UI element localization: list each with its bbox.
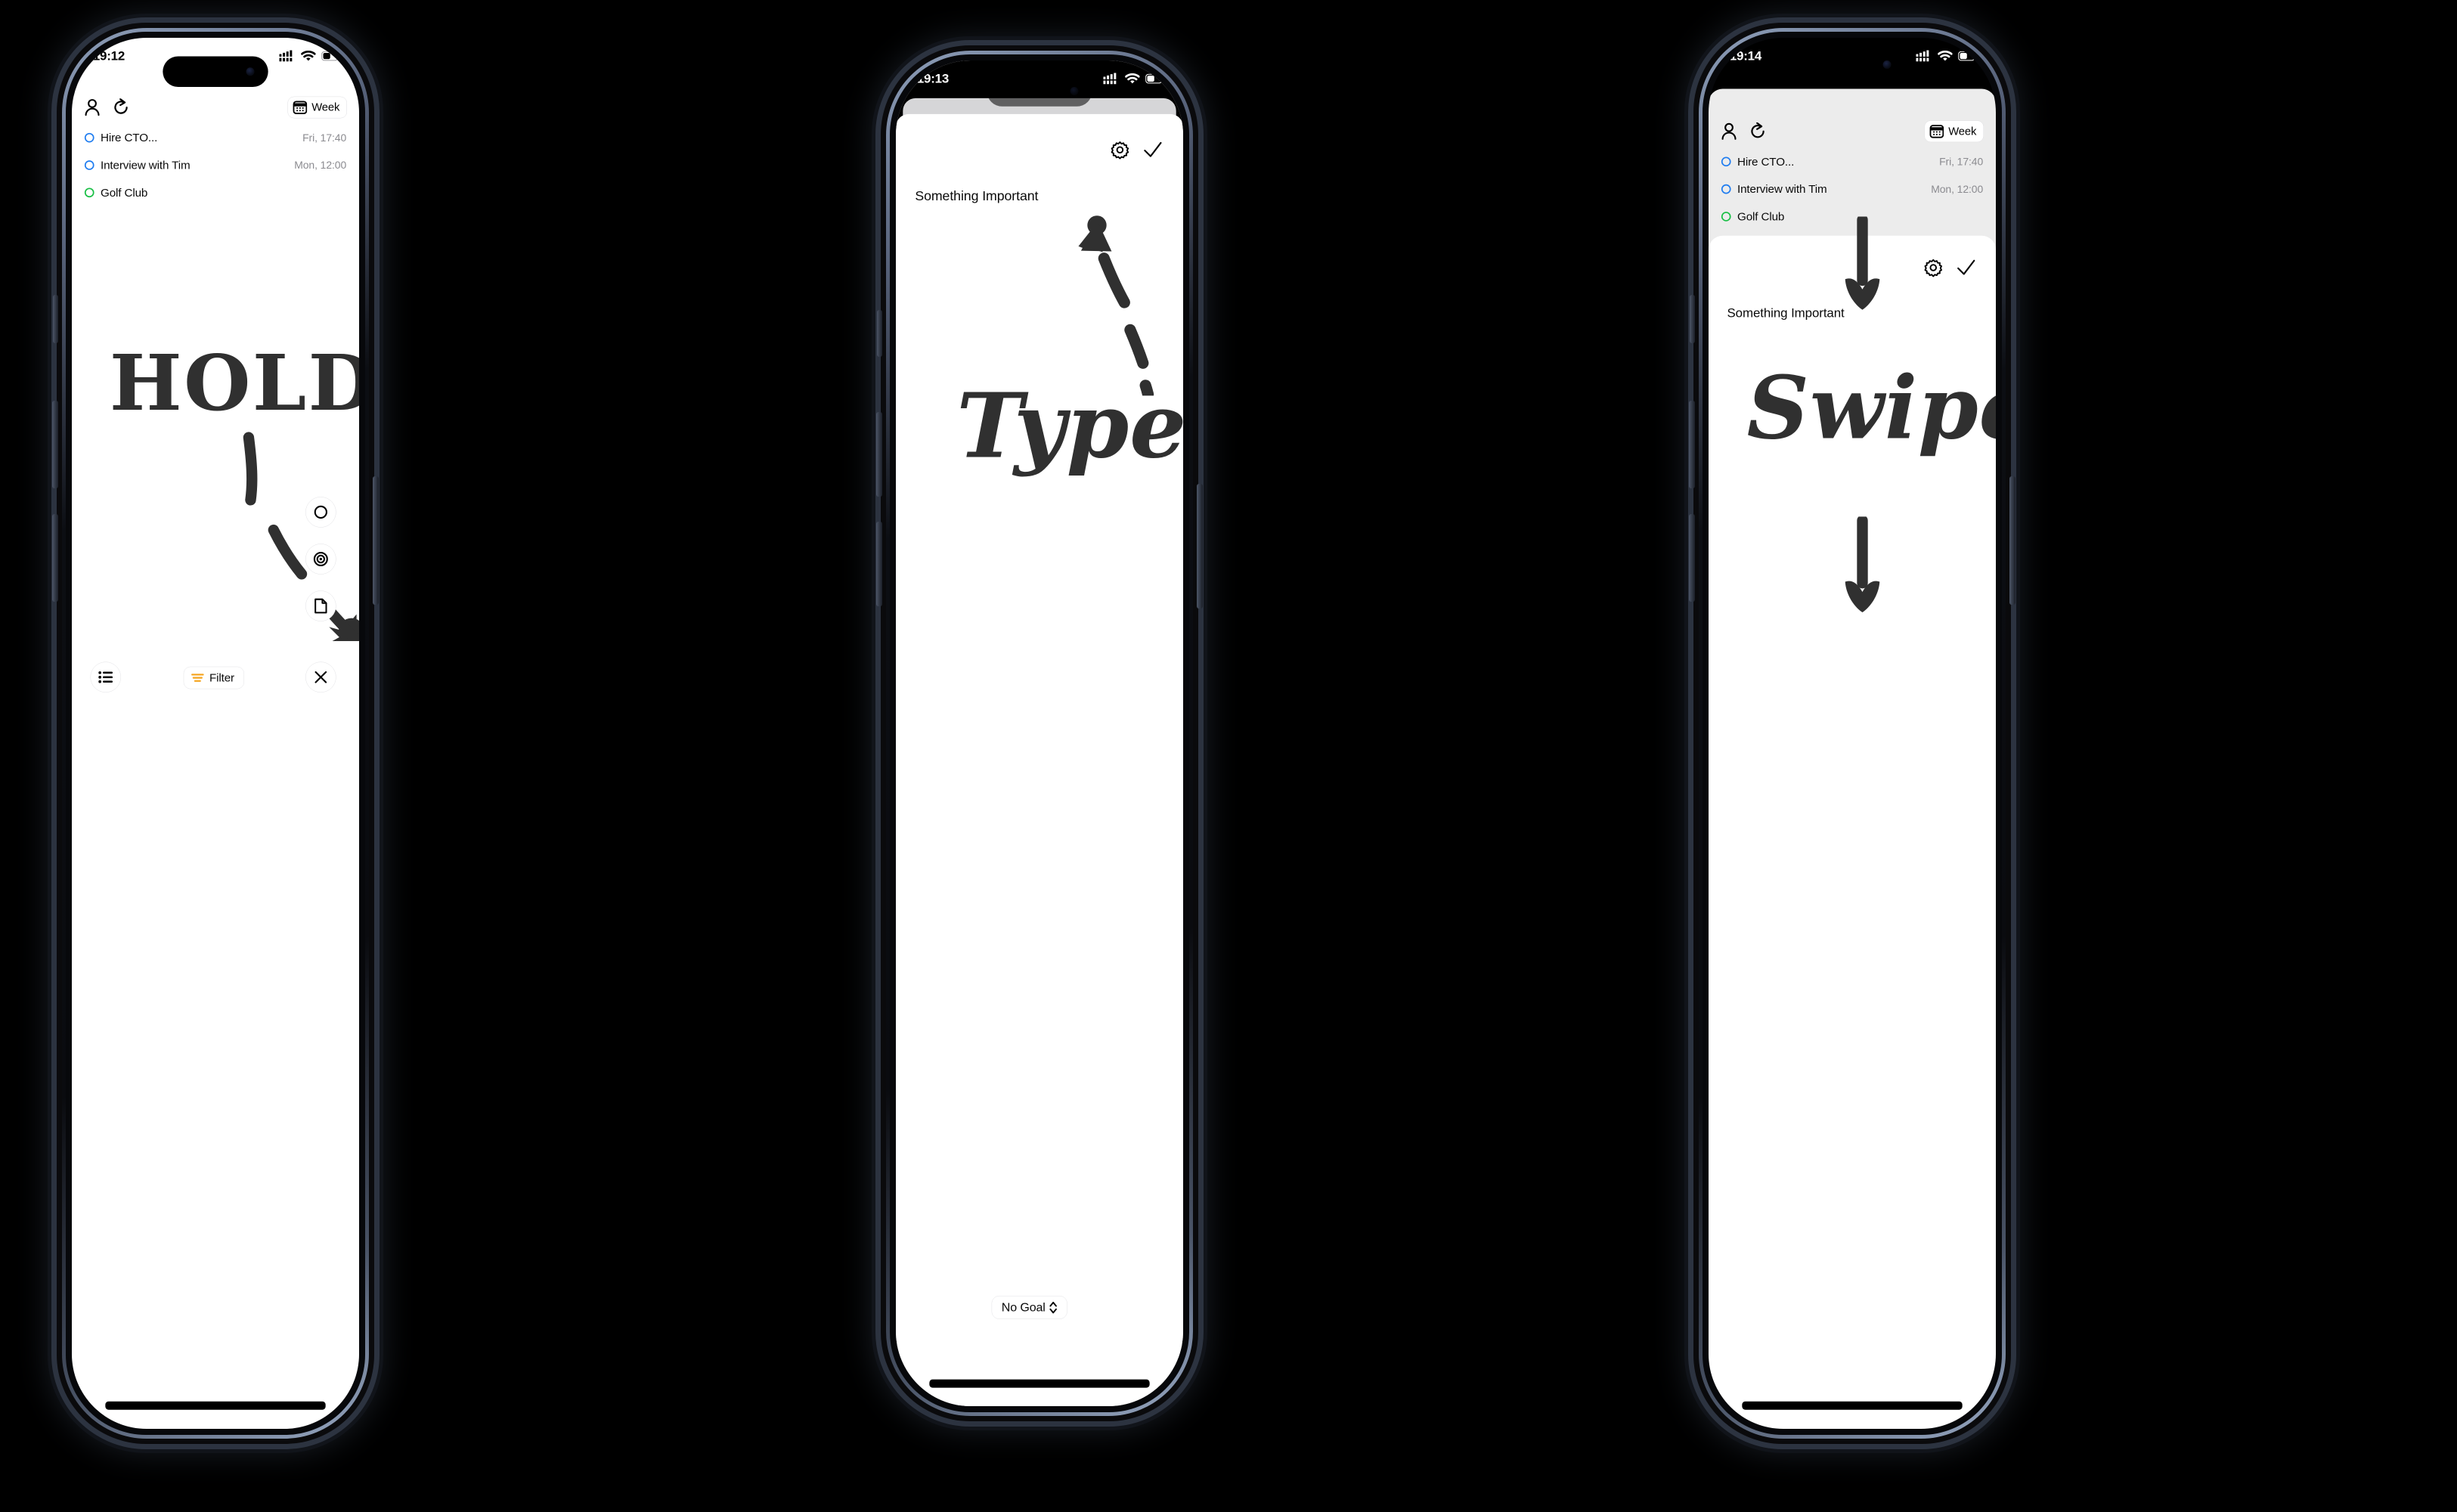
phone-device-type: 19:13 Something Important Type No Goal [876, 45, 1203, 1421]
front-camera-lens [1070, 87, 1079, 96]
gesture-label-type: Type [956, 373, 1183, 479]
front-camera-lens [1882, 60, 1892, 69]
task-status-circle-icon[interactable] [1721, 156, 1731, 167]
task-row[interactable]: Hire CTO... Fri, 17:40 [72, 124, 359, 151]
task-date: Fri, 17:40 [1939, 155, 1984, 168]
filter-button[interactable]: Filter [183, 666, 245, 689]
checkmark-icon[interactable] [1957, 259, 1976, 277]
task-title: Interview with Tim [1737, 182, 1827, 196]
power-button [1197, 484, 1203, 609]
silent-switch [877, 310, 882, 357]
task-status-circle-icon[interactable] [1721, 212, 1731, 222]
calendar-icon [293, 101, 308, 115]
chevron-up-down-icon [1049, 1301, 1058, 1315]
checkmark-icon[interactable] [1143, 141, 1163, 159]
home-indicator [1742, 1401, 1963, 1410]
front-camera-lens [246, 67, 255, 76]
task-row[interactable]: Hire CTO... Fri, 17:40 [1709, 148, 1996, 175]
phone-device-swipe: 19:14 Week Hire CTO... Fri, 17:40 Interv… [1689, 23, 2015, 1444]
phone-screen-type: 19:13 Something Important Type No Goal [896, 60, 1183, 1406]
sheet-action-bar [1111, 141, 1163, 160]
volume-down-button [52, 514, 58, 602]
status-time: 19:12 [92, 48, 125, 64]
signal-bars-icon [1916, 50, 1932, 62]
task-status-circle-icon[interactable] [1721, 184, 1731, 194]
dynamic-island [987, 76, 1092, 107]
gear-icon[interactable] [1111, 141, 1129, 160]
task-date: Fri, 17:40 [302, 132, 347, 144]
phone-device-hold: 19:12 Week Hire CTO... Fri, 17:40 Interv… [52, 23, 379, 1444]
screenshot-canvas: 19:12 Week Hire CTO... Fri, 17:40 Interv… [0, 0, 2457, 1512]
volume-up-button [876, 412, 882, 497]
gear-icon[interactable] [1924, 258, 1943, 277]
battery-icon [1958, 51, 1977, 61]
note-title-field[interactable]: Something Important [915, 188, 1038, 203]
person-icon[interactable] [84, 98, 101, 116]
new-goal-button[interactable] [305, 544, 336, 575]
task-date: Mon, 12:00 [294, 159, 347, 172]
task-status-circle-icon[interactable] [84, 187, 94, 198]
new-task-button[interactable] [305, 497, 336, 528]
dynamic-island [163, 56, 268, 88]
close-button[interactable] [305, 662, 336, 692]
volume-up-button [52, 401, 58, 488]
silent-switch [1690, 295, 1695, 343]
dashed-arrow-down-right-icon [243, 432, 359, 641]
range-chip-week[interactable]: Week [1924, 120, 1984, 143]
task-status-circle-icon[interactable] [84, 132, 94, 143]
wifi-icon [1938, 50, 1953, 61]
person-icon[interactable] [1721, 122, 1737, 141]
battery-icon [321, 51, 340, 61]
task-status-circle-icon[interactable] [84, 160, 94, 170]
volume-down-button [1689, 514, 1695, 602]
phone-screen-swipe: 19:14 Week Hire CTO... Fri, 17:40 Interv… [1709, 38, 1996, 1429]
goal-picker-button[interactable]: No Goal [991, 1295, 1067, 1319]
power-button [373, 476, 379, 605]
dashed-arrow-up-icon [1078, 215, 1154, 396]
power-button [2009, 476, 2015, 605]
goal-picker-label: No Goal [1001, 1300, 1046, 1315]
range-chip-week[interactable]: Week [287, 96, 347, 119]
phone-screen-hold: 19:12 Week Hire CTO... Fri, 17:40 Interv… [72, 38, 359, 1429]
task-title: Hire CTO... [100, 131, 158, 144]
task-title: Golf Club [1737, 209, 1785, 223]
app-toolbar-swipe: Week [1709, 116, 1996, 147]
task-title: Golf Club [100, 185, 148, 200]
list-view-button[interactable] [90, 662, 122, 692]
volume-up-button [1689, 401, 1695, 488]
status-time: 19:14 [1729, 48, 1762, 64]
gesture-label-hold: HOLD [109, 337, 359, 428]
task-title: Hire CTO... [1737, 154, 1795, 169]
solid-arrow-down-top-icon [1845, 216, 1880, 310]
filter-button-label: Filter [209, 671, 234, 684]
home-indicator [105, 1401, 326, 1410]
calendar-icon [1929, 124, 1944, 138]
new-note-button[interactable] [305, 590, 336, 621]
app-toolbar-hold: Week [72, 92, 359, 123]
solid-arrow-down-bottom-icon [1845, 516, 1880, 612]
silent-switch [53, 295, 58, 343]
task-row[interactable]: Interview with Tim Mon, 12:00 [1709, 175, 1996, 203]
task-title: Interview with Tim [100, 158, 191, 172]
task-date: Mon, 12:00 [1931, 183, 1984, 195]
volume-down-button [876, 522, 882, 606]
refresh-icon[interactable] [1749, 122, 1767, 141]
refresh-icon[interactable] [113, 98, 130, 116]
note-title-field[interactable]: Something Important [1727, 306, 1844, 321]
signal-bars-icon [279, 50, 295, 62]
task-row[interactable]: Interview with Tim Mon, 12:00 [72, 151, 359, 178]
gesture-label-swipe: Swipe [1746, 357, 1996, 459]
wifi-icon [301, 50, 316, 61]
range-chip-label: Week [1948, 125, 1977, 138]
task-list-hold: Hire CTO... Fri, 17:40 Interview with Ti… [72, 124, 359, 206]
task-row[interactable]: Golf Club [72, 179, 359, 206]
home-indicator [929, 1379, 1150, 1388]
sheet-action-bar [1924, 258, 1976, 277]
range-chip-label: Week [311, 101, 340, 114]
dynamic-island [1799, 49, 1905, 80]
filter-lines-icon [191, 673, 204, 683]
